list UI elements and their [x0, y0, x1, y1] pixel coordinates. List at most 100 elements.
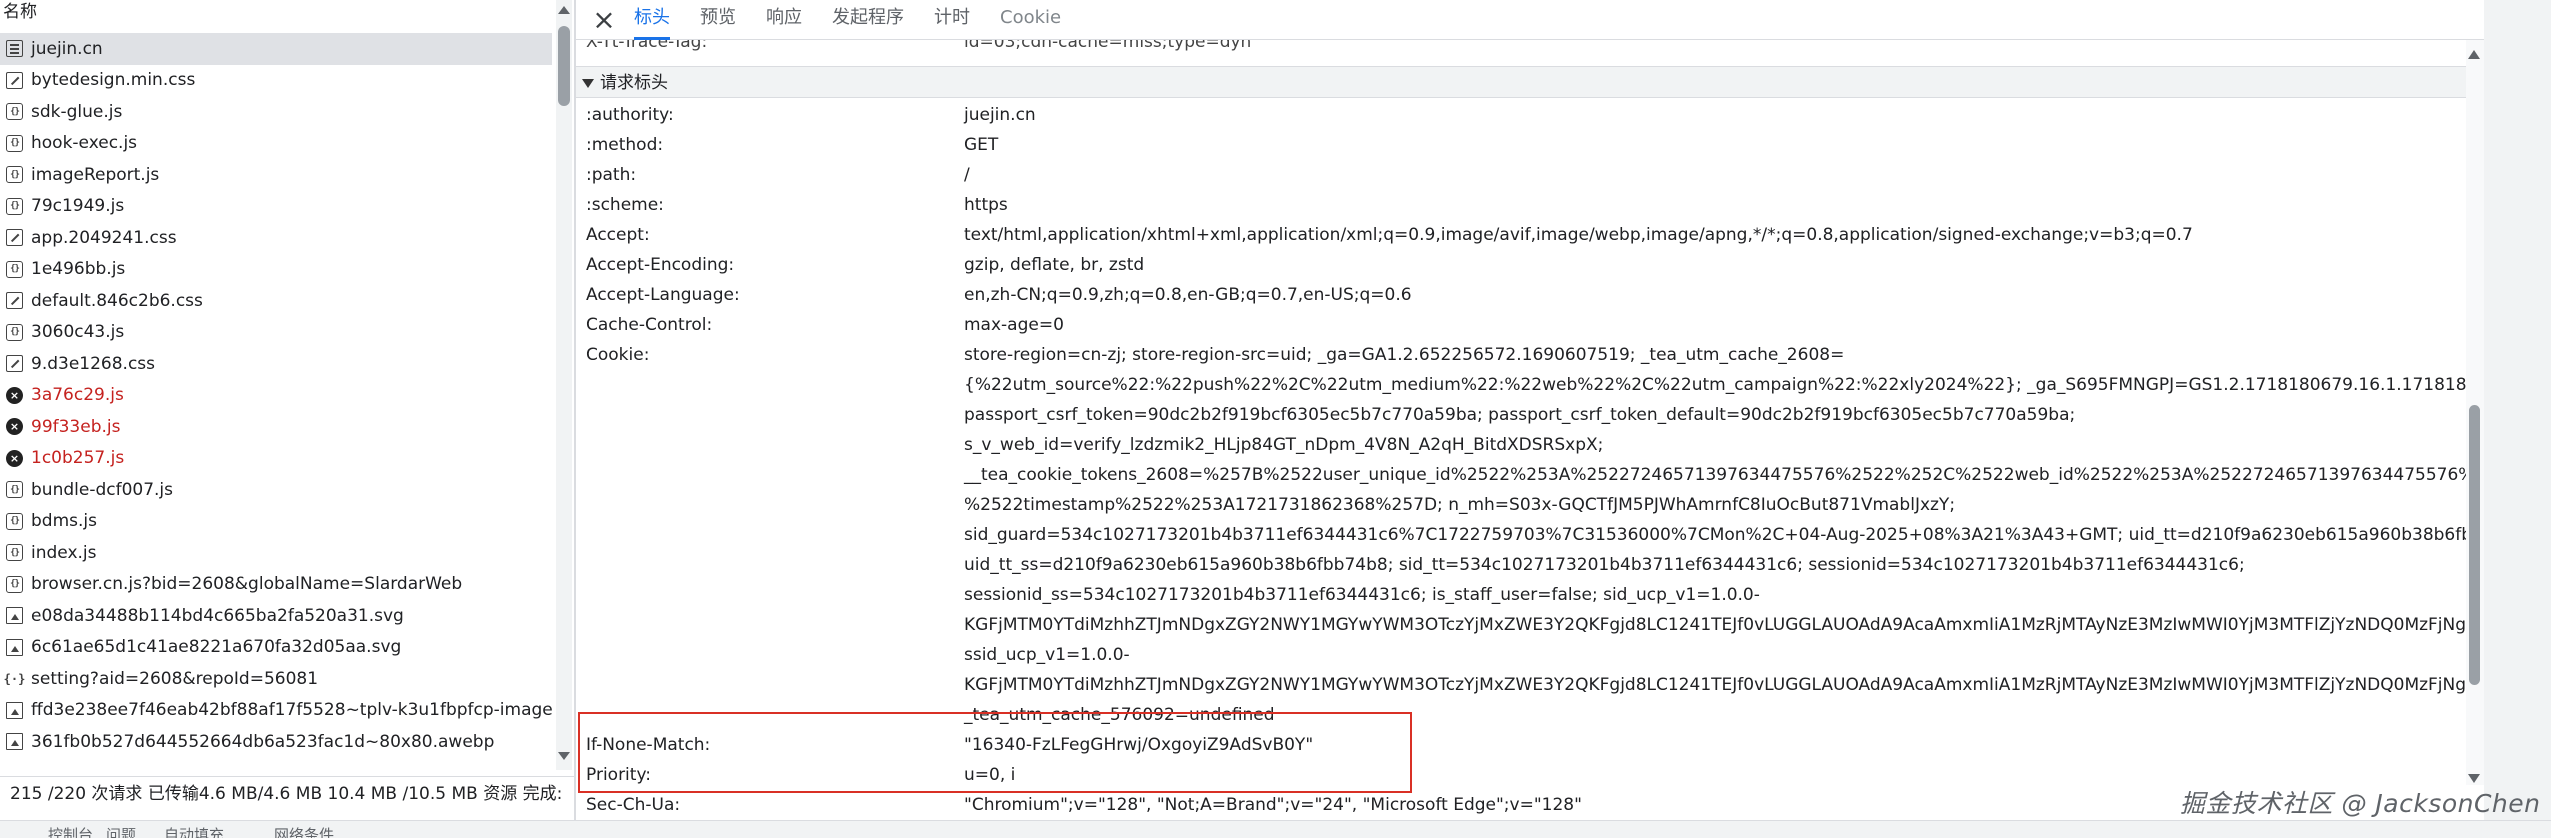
request-row[interactable]: {} sdk-glue.js: [0, 96, 552, 128]
script-icon: {}: [6, 575, 23, 593]
header-row: :scheme: https: [576, 190, 2466, 220]
header-value[interactable]: max-age=0: [964, 310, 2464, 340]
header-value-line: GET: [964, 135, 999, 155]
tab-0[interactable]: 标头: [634, 0, 670, 40]
name-column-header[interactable]: 名称: [0, 0, 563, 24]
request-headers-section-toggle[interactable]: 请求标头: [576, 66, 2466, 98]
header-value-line: ssid_ucp_v1=1.0.0-: [964, 645, 1130, 665]
header-value-line: sid_guard=534c1027173201b4b3711ef6344431…: [964, 525, 2466, 545]
script-icon: {}: [6, 512, 23, 530]
scroll-up-arrow-icon[interactable]: [2468, 50, 2480, 59]
request-name: 9.d3e1268.css: [31, 353, 156, 374]
script-icon: {}: [6, 166, 23, 184]
request-row[interactable]: × 3a76c29.js: [0, 380, 552, 412]
drawer-tab-3[interactable]: 网络条件: [274, 824, 334, 838]
request-name: 361fb0b527d644552664db6a523fac1d~80x80.a…: [31, 731, 495, 752]
devtools-side-gutter: [2484, 0, 2551, 837]
request-row[interactable]: {} hook-exec.js: [0, 128, 552, 160]
request-row[interactable]: default.846c2b6.css: [0, 285, 552, 317]
header-value-line: /: [964, 165, 970, 185]
image-icon: [6, 607, 23, 625]
script-icon: {}: [6, 481, 23, 499]
request-row[interactable]: {} 79c1949.js: [0, 191, 552, 223]
request-row[interactable]: 361fb0b527d644552664db6a523fac1d~80x80.a…: [0, 726, 552, 758]
header-row: :path: /: [576, 160, 2466, 190]
tab-1[interactable]: 预览: [700, 0, 736, 40]
request-row[interactable]: 6c61ae65d1c41ae8221a670fa32d05aa.svg: [0, 632, 552, 664]
request-row[interactable]: {} index.js: [0, 537, 552, 569]
scroll-down-arrow-icon[interactable]: [558, 752, 570, 760]
request-row[interactable]: {} imageReport.js: [0, 159, 552, 191]
script-icon: {}: [6, 260, 23, 278]
detail-tabs: × 标头 预览 响应 发起程序 计时 Cookie: [576, 0, 2484, 40]
request-name: 3060c43.js: [31, 322, 125, 343]
header-value-line: gzip, deflate, br, zstd: [964, 255, 1145, 275]
header-value-line: KGFjMTM0YTdiMzhhZTJmNDgxZGY2NWY1MGYwYWM3…: [964, 675, 2466, 695]
image-icon: [6, 638, 23, 656]
request-row[interactable]: juejin.cn: [0, 33, 552, 65]
request-row[interactable]: {} 3060c43.js: [0, 317, 552, 349]
request-row[interactable]: bytedesign.min.css: [0, 65, 552, 97]
header-value[interactable]: gzip, deflate, br, zstd: [964, 250, 2464, 280]
image-icon: [6, 701, 23, 719]
scroll-down-arrow-icon[interactable]: [2468, 774, 2480, 783]
header-value-line: sessionid_ss=534c1027173201b4b3711ef6344…: [964, 585, 1760, 605]
script-icon: {}: [6, 134, 23, 152]
tab-3[interactable]: 发起程序: [832, 0, 904, 40]
request-list-scrollbar-thumb[interactable]: [558, 26, 570, 106]
request-name: browser.cn.js?bid=2608&globalName=Slarda…: [31, 574, 463, 595]
fetch-icon: {·}: [3, 671, 26, 686]
stylesheet-icon: [6, 71, 23, 89]
header-name: :scheme:: [586, 195, 664, 215]
script-icon: {}: [6, 197, 23, 215]
request-name: bdms.js: [31, 511, 97, 532]
request-list-scrollbar[interactable]: [556, 0, 572, 770]
header-value[interactable]: en,zh-CN;q=0.9,zh;q=0.8,en-GB;q=0.7,en-U…: [964, 280, 2464, 310]
header-value[interactable]: /: [964, 160, 2464, 190]
request-name: juejin.cn: [31, 38, 103, 59]
request-row[interactable]: × 1c0b257.js: [0, 443, 552, 475]
image-icon: [6, 733, 23, 751]
request-row[interactable]: × 99f33eb.js: [0, 411, 552, 443]
network-status-summary: 215 /220 次请求 已传输4.6 MB/4.6 MB 10.4 MB /1…: [0, 776, 574, 810]
header-value[interactable]: juejin.cn: [964, 100, 2464, 130]
request-row[interactable]: {·} setting?aid=2608&repoId=56081: [0, 663, 552, 695]
drawer-tab-1[interactable]: 问题: [106, 824, 136, 838]
section-title: 请求标头: [600, 73, 668, 93]
error-icon: ×: [6, 386, 23, 404]
scroll-up-arrow-icon[interactable]: [558, 6, 570, 14]
tab-2[interactable]: 响应: [766, 0, 802, 40]
header-value[interactable]: store-region=cn-zj; store-region-src=uid…: [964, 340, 2466, 730]
stylesheet-icon: [6, 355, 23, 373]
drawer-tab-bar: 控制台 问题 自动填充 网络条件: [0, 820, 2551, 838]
header-row: :authority: juejin.cn: [576, 100, 2466, 130]
header-value[interactable]: https: [964, 190, 2464, 220]
header-name: Cookie:: [586, 345, 650, 365]
tab-4[interactable]: 计时: [934, 0, 970, 40]
request-row[interactable]: {} bdms.js: [0, 506, 552, 538]
request-row[interactable]: {} browser.cn.js?bid=2608&globalName=Slar…: [0, 569, 552, 601]
header-value-line: s_v_web_id=verify_lzdzmik2_HLjp84GT_nDpm…: [964, 435, 1604, 455]
request-row[interactable]: app.2049241.css: [0, 222, 552, 254]
header-value[interactable]: GET: [964, 130, 2464, 160]
drawer-tab-2[interactable]: 自动填充: [164, 824, 224, 838]
header-row: Accept-Language: en,zh-CN;q=0.9,zh;q=0.8,…: [576, 280, 2466, 310]
tab-5[interactable]: Cookie: [1000, 0, 1061, 40]
header-name: Accept-Encoding:: [586, 255, 735, 275]
header-name: X-Tt-Trace-Tag:: [586, 40, 708, 52]
close-icon[interactable]: ×: [590, 3, 618, 36]
header-name: Cache-Control:: [586, 315, 713, 335]
header-value-line: %2522timestamp%2522%253A1721731862368%25…: [964, 495, 1956, 515]
request-list: juejin.cn bytedesign.min.css {} sdk-glue.js…: [0, 33, 552, 768]
request-name: bytedesign.min.css: [31, 70, 196, 91]
document-icon: [6, 40, 23, 58]
request-row[interactable]: ffd3e238ee7f46eab42bf88af17f5528~tplv-k3…: [0, 695, 552, 727]
request-row[interactable]: 9.d3e1268.css: [0, 348, 552, 380]
header-value[interactable]: text/html,application/xhtml+xml,applicat…: [964, 220, 2464, 250]
request-row[interactable]: e08da34488b114bd4c665ba2fa520a31.svg: [0, 600, 552, 632]
header-row: Cache-Control: max-age=0: [576, 310, 2466, 340]
request-row[interactable]: {} bundle-dcf007.js: [0, 474, 552, 506]
request-row[interactable]: {} 1e496bb.js: [0, 254, 552, 286]
drawer-tab-0[interactable]: 控制台: [48, 824, 93, 838]
headers-scrollbar-thumb[interactable]: [2469, 405, 2480, 685]
